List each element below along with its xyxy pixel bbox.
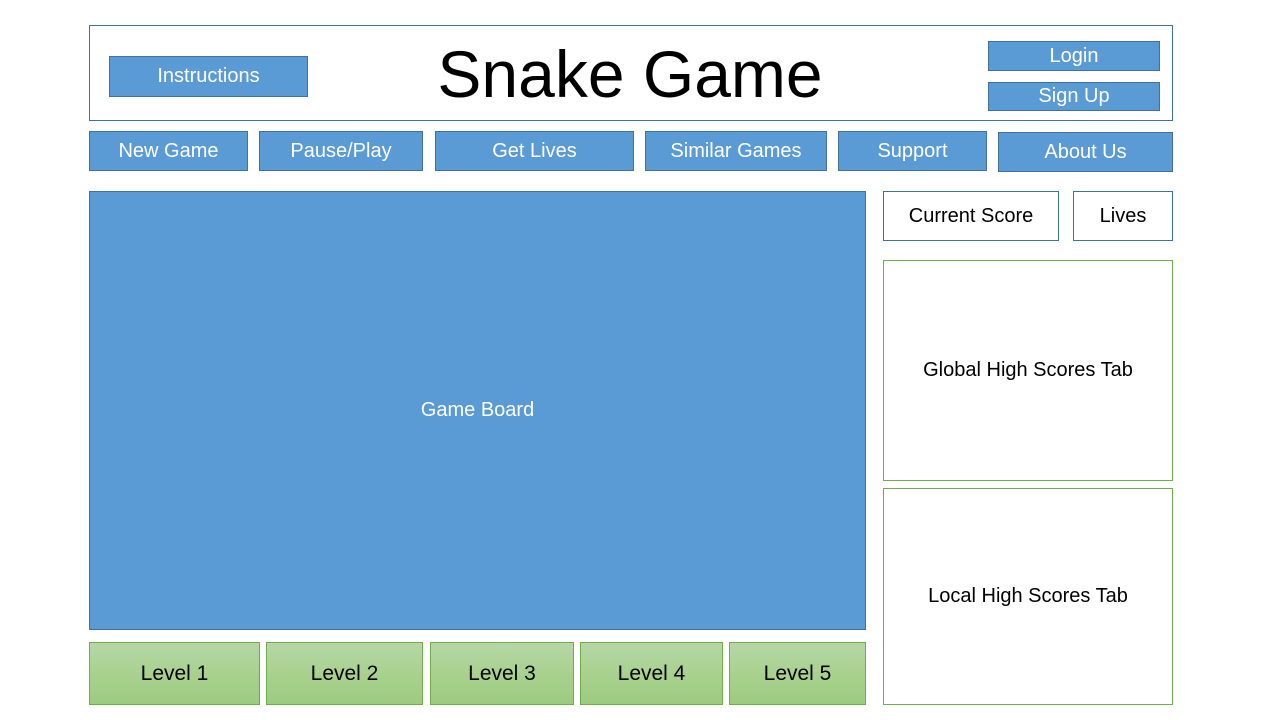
instructions-label: Instructions (157, 65, 260, 87)
login-label: Login (1049, 44, 1099, 67)
nav-get-lives-label: Get Lives (492, 139, 577, 162)
level-4-label: Level 4 (617, 661, 686, 685)
nav-about-us-label: About Us (1044, 140, 1127, 163)
level-3-label: Level 3 (468, 661, 536, 685)
level-3-button[interactable]: Level 3 (430, 642, 574, 705)
page-title: Snake Game (437, 37, 823, 111)
local-high-scores-label: Local High Scores Tab (928, 585, 1128, 607)
level-1-label: Level 1 (140, 661, 209, 685)
instructions-button[interactable]: Instructions (109, 56, 308, 97)
game-board-label: Game Board (420, 399, 535, 421)
nav-new-game-label: New Game (118, 139, 219, 162)
level-2-button[interactable]: Level 2 (266, 642, 423, 705)
nav-similar-games-button[interactable]: Similar Games (645, 131, 827, 171)
game-board[interactable]: Game Board (89, 191, 866, 630)
nav-similar-games-label: Similar Games (670, 139, 802, 162)
level-4-button[interactable]: Level 4 (580, 642, 723, 705)
current-score-box: Current Score (883, 191, 1059, 241)
level-5-button[interactable]: Level 5 (729, 642, 866, 705)
nav-get-lives-button[interactable]: Get Lives (435, 131, 634, 171)
lives-label: Lives (1099, 204, 1147, 227)
nav-new-game-button[interactable]: New Game (89, 131, 248, 171)
nav-pause-play-button[interactable]: Pause/Play (259, 131, 423, 171)
level-2-label: Level 2 (310, 661, 379, 685)
login-button[interactable]: Login (988, 41, 1160, 71)
local-high-scores-tab[interactable]: Local High Scores Tab (883, 488, 1173, 705)
global-high-scores-label: Global High Scores Tab (923, 359, 1133, 381)
level-5-label: Level 5 (763, 661, 832, 685)
sign-up-label: Sign Up (1038, 85, 1110, 107)
sign-up-button[interactable]: Sign Up (988, 82, 1160, 111)
nav-about-us-button[interactable]: About Us (998, 132, 1173, 172)
level-1-button[interactable]: Level 1 (89, 642, 260, 705)
nav-pause-play-label: Pause/Play (290, 139, 392, 162)
global-high-scores-tab[interactable]: Global High Scores Tab (883, 260, 1173, 481)
nav-support-button[interactable]: Support (838, 131, 987, 171)
current-score-label: Current Score (908, 204, 1034, 227)
nav-support-label: Support (877, 139, 948, 162)
lives-box: Lives (1073, 191, 1173, 241)
